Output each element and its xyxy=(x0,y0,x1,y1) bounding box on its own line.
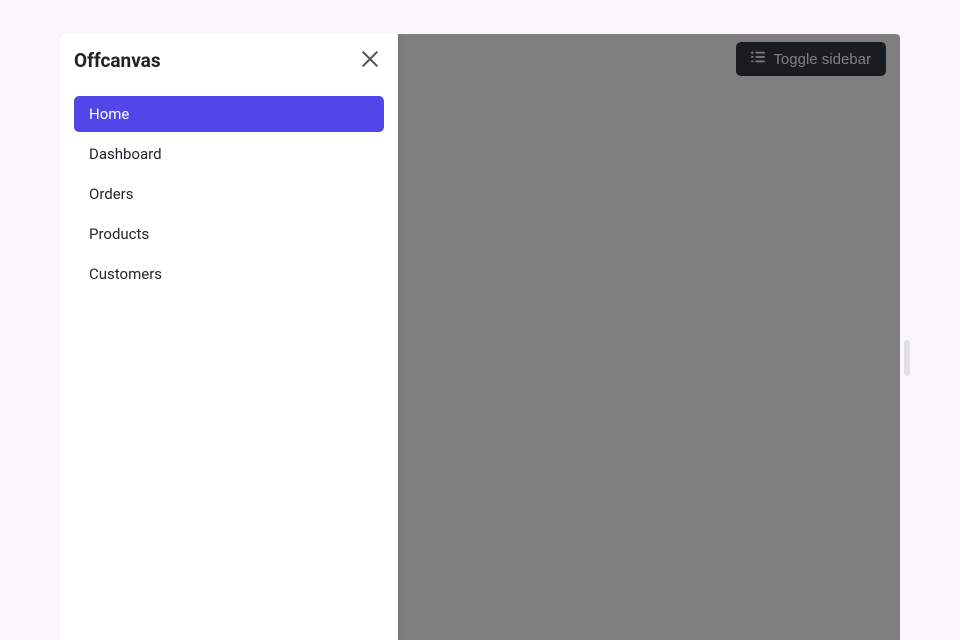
close-button[interactable] xyxy=(356,46,384,74)
main-panel: Responsive offcanvas disabled Toggle sid… xyxy=(60,34,900,640)
offcanvas-header: Offcanvas xyxy=(60,34,398,86)
offcanvas-panel: Offcanvas Home Dashboard Orders Products xyxy=(60,34,398,640)
nav-item-products[interactable]: Products xyxy=(74,216,384,252)
offcanvas-title: Offcanvas xyxy=(74,49,161,72)
nav-item-customers[interactable]: Customers xyxy=(74,256,384,292)
nav-item-orders[interactable]: Orders xyxy=(74,176,384,212)
scrollbar-thumb[interactable] xyxy=(904,340,910,376)
nav-item-dashboard[interactable]: Dashboard xyxy=(74,136,384,172)
offcanvas-body: Home Dashboard Orders Products Customers xyxy=(60,86,398,640)
nav-list: Home Dashboard Orders Products Customers xyxy=(74,96,384,296)
close-icon xyxy=(361,50,379,71)
nav-item-home[interactable]: Home xyxy=(74,96,384,132)
